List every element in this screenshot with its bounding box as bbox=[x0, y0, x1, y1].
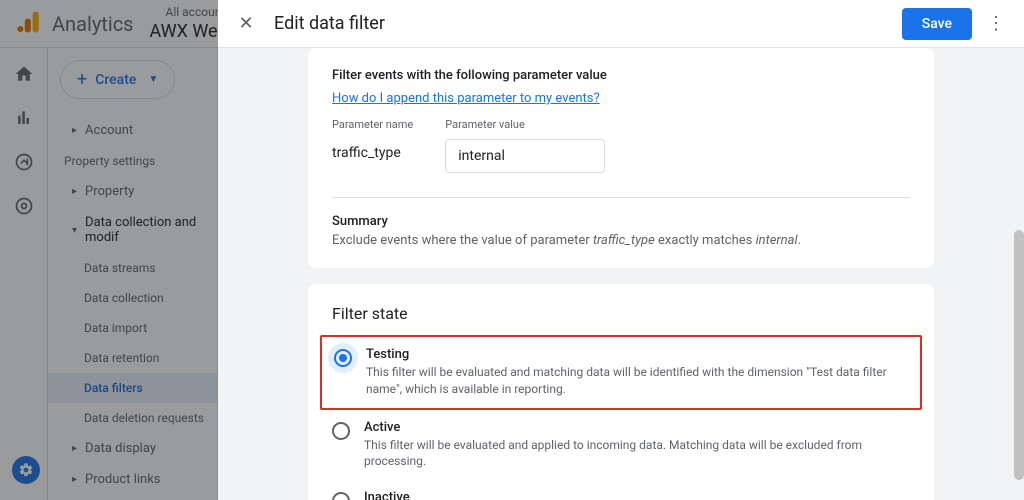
radio-option-active[interactable]: Active This filter will be evaluated and… bbox=[320, 410, 922, 481]
save-button[interactable]: Save bbox=[902, 8, 972, 40]
radio-title: Active bbox=[364, 420, 910, 435]
parameter-card: Filter events with the following paramet… bbox=[308, 48, 934, 268]
param-value-input[interactable] bbox=[445, 139, 605, 173]
summary-label: Summary bbox=[332, 214, 910, 229]
more-menu-icon[interactable]: ⋮ bbox=[984, 12, 1008, 36]
radio-desc: This filter will be evaluated and matchi… bbox=[366, 364, 908, 398]
radio-option-testing[interactable]: Testing This filter will be evaluated an… bbox=[320, 335, 922, 410]
radio-icon bbox=[332, 492, 350, 500]
filter-state-heading: Filter state bbox=[320, 304, 922, 323]
summary-text: Exclude events where the value of parame… bbox=[332, 233, 910, 248]
radio-title: Inactive bbox=[364, 490, 910, 500]
filter-state-card: Filter state Testing This filter will be… bbox=[308, 284, 934, 500]
scrollbar-thumb[interactable] bbox=[1014, 230, 1024, 480]
radio-option-inactive[interactable]: Inactive This filter will not be evaluat… bbox=[320, 480, 922, 500]
panel-header: ✕ Edit data filter Save ⋮ bbox=[218, 0, 1024, 48]
radio-icon bbox=[334, 349, 352, 367]
help-link[interactable]: How do I append this parameter to my eve… bbox=[332, 91, 600, 106]
edit-filter-panel: ✕ Edit data filter Save ⋮ Filter events … bbox=[218, 0, 1024, 500]
radio-title: Testing bbox=[366, 347, 908, 362]
param-name-value: traffic_type bbox=[332, 139, 413, 161]
radio-desc: This filter will be evaluated and applie… bbox=[364, 437, 910, 471]
filter-events-heading: Filter events with the following paramet… bbox=[332, 68, 910, 83]
param-value-label: Parameter value bbox=[445, 118, 605, 131]
radio-icon bbox=[332, 422, 350, 440]
close-icon[interactable]: ✕ bbox=[234, 12, 258, 36]
param-name-label: Parameter name bbox=[332, 118, 413, 131]
panel-body: Filter events with the following paramet… bbox=[218, 48, 1024, 500]
panel-title: Edit data filter bbox=[274, 13, 902, 34]
